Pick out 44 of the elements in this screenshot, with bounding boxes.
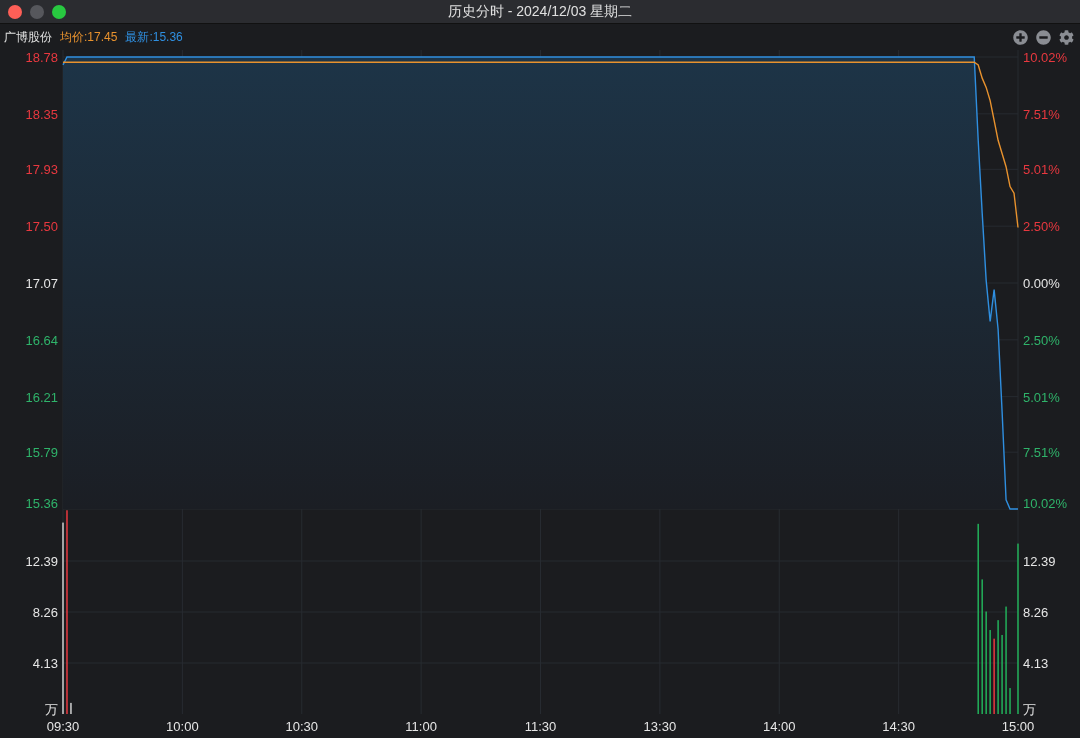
price-axis-label: 17.07: [25, 276, 58, 291]
volume-axis-label: 4.13: [32, 656, 58, 671]
price-axis-label: 15.79: [25, 445, 58, 461]
time-axis-label: 09:30: [46, 719, 80, 734]
time-axis-label: 10:30: [285, 719, 318, 734]
close-button[interactable]: [8, 4, 22, 19]
price-axis-label: 15.36: [25, 496, 58, 510]
price-axis-label: 16.21: [25, 389, 58, 405]
percent-axis-label: 7.51%: [1023, 445, 1060, 461]
price-axis-label: 17.50: [25, 219, 58, 235]
latest-price-legend: 最新:15.36: [125, 28, 183, 46]
volume-axis-label: 8.26: [1023, 605, 1049, 620]
settings-icon[interactable]: [1059, 29, 1074, 45]
zoom-out-icon[interactable]: [1036, 29, 1051, 45]
percent-axis-label: 5.01%: [1023, 162, 1060, 178]
window-title: 历史分时 - 2024/12/03 星期二: [447, 2, 633, 21]
volume-axis-label: 8.26: [32, 605, 58, 620]
time-axis-label: 14:00: [763, 719, 796, 734]
percent-axis-label: 0.00%: [1023, 276, 1060, 291]
volume-axis-label: 万: [1023, 702, 1036, 717]
percent-axis-label: 2.50%: [1023, 219, 1060, 235]
zoom-in-icon[interactable]: [1013, 29, 1028, 45]
volume-axis-label: 万: [45, 702, 58, 717]
price-axis-label: 17.93: [25, 162, 58, 178]
time-axis-label: 15:00: [1001, 719, 1035, 734]
stock-name: 广博股份: [4, 29, 52, 46]
average-price-legend: 均价:17.45: [60, 28, 118, 46]
percent-axis-label: 5.01%: [1023, 389, 1060, 405]
percent-axis-label: 2.50%: [1023, 332, 1060, 348]
maximize-button[interactable]: [52, 4, 66, 19]
volume-axis-label: 12.39: [1023, 554, 1056, 569]
time-axis-label: 13:30: [643, 719, 677, 734]
price-axis-label: 18.35: [25, 106, 58, 122]
time-axis-label: 11:00: [405, 719, 437, 734]
percent-axis-label: 10.02%: [1023, 496, 1068, 510]
time-axis-label: 14:30: [882, 719, 915, 734]
time-axis-label: 10:00: [166, 719, 199, 734]
percent-axis-label: 7.51%: [1023, 106, 1060, 122]
price-axis-label: 18.78: [25, 50, 58, 65]
volume-axis-label: 4.13: [1023, 656, 1049, 671]
time-axis-label: 11:30: [524, 719, 557, 734]
price-axis-label: 16.64: [25, 332, 58, 348]
volume-axis-label: 12.39: [25, 554, 58, 569]
percent-axis-label: 10.02%: [1023, 50, 1068, 65]
